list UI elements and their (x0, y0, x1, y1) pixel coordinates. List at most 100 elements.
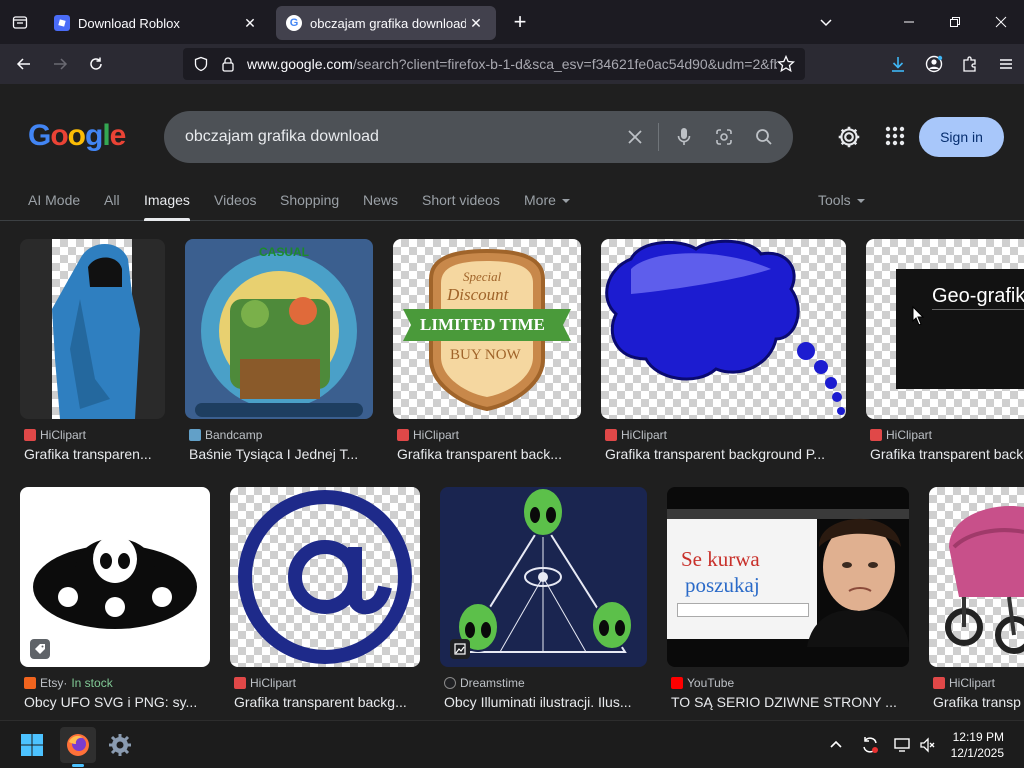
hiclipart-favicon (24, 429, 36, 441)
url-path: /search?client=firefox-b-1-d&sca_esv=f34… (352, 56, 777, 72)
system-clock[interactable]: 12:19 PM 12/1/2025 (951, 729, 1004, 761)
taskbar-firefox[interactable] (60, 727, 96, 767)
menu-button[interactable] (988, 48, 1024, 80)
back-button[interactable] (6, 48, 42, 80)
tab-shopping[interactable]: Shopping (280, 192, 339, 208)
result-source[interactable]: HiClipart (933, 676, 995, 690)
new-tab-button[interactable]: + (502, 4, 538, 40)
result-thumbnail[interactable]: CASUAL (185, 239, 373, 419)
minimize-icon (904, 21, 914, 23)
poszukaj-text: poszukaj (685, 573, 760, 597)
tab-ai-mode[interactable]: AI Mode (28, 192, 80, 208)
result-source[interactable]: HiClipart (870, 428, 932, 442)
shield-icon (194, 56, 208, 72)
tab-short-videos[interactable]: Short videos (422, 192, 500, 208)
result-thumbnail[interactable] (230, 487, 420, 667)
result-caption[interactable]: Grafika transparen... (24, 446, 164, 462)
hiclipart-favicon (397, 429, 409, 441)
result-caption[interactable]: Grafika transparent back... (397, 446, 581, 462)
caret-down-icon (856, 199, 865, 204)
firefox-icon (67, 734, 89, 756)
forward-arrow-icon (54, 58, 68, 70)
downloads-button[interactable] (880, 48, 916, 80)
result-source[interactable]: HiClipart (234, 676, 296, 690)
result-caption[interactable]: Baśnie Tysiąca I Jednej T... (189, 446, 373, 462)
tools-button[interactable]: Tools (818, 192, 865, 208)
extensions-button[interactable] (952, 48, 988, 80)
bandcamp-favicon (189, 429, 201, 441)
result-source[interactable]: HiClipart (24, 428, 86, 442)
tray-volume-button[interactable] (914, 729, 942, 761)
result-thumbnail[interactable] (929, 487, 1024, 667)
close-tab-icon[interactable]: ✕ (240, 13, 260, 33)
puzzle-icon (963, 56, 976, 72)
clear-search-button[interactable] (623, 125, 647, 149)
source-name: HiClipart (949, 676, 996, 690)
result-thumbnail[interactable]: Geo-grafik (866, 239, 1024, 419)
result-source[interactable]: HiClipart (605, 428, 667, 442)
caret-down-icon (561, 199, 570, 204)
result-thumbnail[interactable] (20, 487, 210, 667)
result-thumbnail[interactable]: Se kurwa poszukaj (667, 487, 909, 667)
result-caption[interactable]: Obcy Illuminati ilustracji. Ilus... (444, 694, 644, 710)
result-caption[interactable]: Grafika transparent backg... (234, 694, 420, 710)
tab-videos[interactable]: Videos (214, 192, 257, 208)
clock-time: 12:19 PM (952, 730, 1004, 744)
tab-download-roblox[interactable]: Download Roblox ✕ (44, 6, 270, 40)
tab-more[interactable]: More (524, 192, 570, 208)
result-thumbnail[interactable] (440, 487, 647, 667)
sign-in-button[interactable]: Sign in (919, 117, 1004, 157)
close-icon (995, 16, 1007, 28)
tray-network-button[interactable] (888, 729, 916, 761)
chevron-down-icon (820, 19, 832, 27)
forward-button[interactable] (42, 48, 78, 80)
search-box[interactable]: obczajam grafika download (164, 111, 793, 163)
google-logo[interactable]: Google (28, 119, 126, 153)
close-tab-icon[interactable]: ✕ (466, 13, 486, 33)
voice-search-button[interactable] (672, 125, 696, 149)
result-caption[interactable]: TO SĄ SERIO DZIWNE STRONY ... (671, 694, 909, 710)
tray-sync-button[interactable] (856, 729, 884, 761)
google-favicon: G (286, 15, 302, 31)
lens-search-button[interactable] (712, 125, 736, 149)
restore-button[interactable] (932, 0, 978, 44)
network-icon (894, 738, 910, 752)
reload-button[interactable] (78, 48, 114, 80)
result-thumbnail[interactable] (601, 239, 846, 419)
result-source[interactable]: Etsy · In stock (24, 676, 113, 690)
bookmark-star-icon[interactable] (777, 55, 795, 73)
tab-list-button[interactable] (0, 0, 40, 44)
youtube-favicon (671, 677, 683, 689)
start-button[interactable] (16, 729, 48, 761)
google-apps-icon[interactable] (883, 124, 907, 148)
tab-google-search[interactable]: G obczajam grafika download - G ✕ (276, 6, 496, 40)
tab-title: obczajam grafika download - G (310, 15, 466, 31)
result-thumbnail[interactable] (20, 239, 165, 419)
tab-images[interactable]: Images (144, 192, 190, 221)
result-source[interactable]: HiClipart (397, 428, 459, 442)
settings-gear-icon[interactable] (836, 124, 862, 150)
show-hidden-icons-button[interactable] (822, 729, 850, 761)
minimize-button[interactable] (886, 0, 932, 44)
result-caption[interactable]: Obcy UFO SVG i PNG: sy... (24, 694, 210, 710)
tab-all[interactable]: All (104, 192, 120, 208)
tab-overflow-button[interactable] (812, 8, 840, 36)
url-host: www.google.com (247, 56, 353, 72)
result-source[interactable]: YouTube (671, 676, 734, 690)
result-source[interactable]: Bandcamp (189, 428, 262, 442)
search-button[interactable] (752, 125, 776, 149)
close-window-button[interactable] (978, 0, 1024, 44)
geo-grafik-logo-text: Geo-grafik (932, 285, 1024, 307)
search-query[interactable]: obczajam grafika download (185, 128, 379, 146)
address-bar[interactable]: www.google.com/search?client=firefox-b-1… (183, 48, 805, 80)
result-caption[interactable]: Grafika transparent background P... (605, 446, 841, 462)
source-name: HiClipart (413, 428, 460, 442)
result-caption[interactable]: Grafika transp (933, 694, 1024, 710)
account-button[interactable] (916, 48, 952, 80)
windows-taskbar: 12:19 PM 12/1/2025 (0, 720, 1024, 768)
taskbar-settings[interactable] (104, 729, 136, 761)
result-thumbnail[interactable]: Special Discount LIMITED TIME BUY NOW (393, 239, 581, 419)
result-source[interactable]: Dreamstime (444, 676, 525, 690)
tab-news[interactable]: News (363, 192, 398, 208)
result-caption[interactable]: Grafika transparent back (870, 446, 1024, 462)
